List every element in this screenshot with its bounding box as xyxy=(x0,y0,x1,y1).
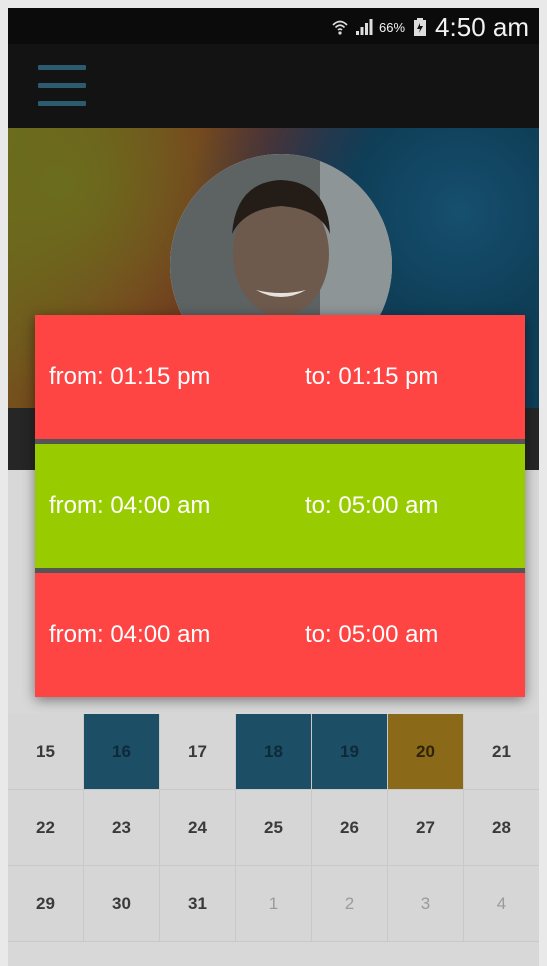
calendar-grid: 15 16 17 18 19 20 21 22 23 24 25 26 27 2… xyxy=(8,714,539,942)
status-icons: 66% 4:50 am xyxy=(331,14,529,40)
calendar-day-busy[interactable]: 18 xyxy=(236,714,312,790)
calendar-day[interactable]: 15 xyxy=(8,714,84,790)
calendar-day[interactable]: 31 xyxy=(160,866,236,942)
calendar-day[interactable]: 17 xyxy=(160,714,236,790)
slot-to: to: 05:00 am xyxy=(305,492,439,519)
calendar-day[interactable]: 24 xyxy=(160,790,236,866)
status-time: 4:50 am xyxy=(435,12,529,42)
signal-icon xyxy=(356,19,373,35)
calendar-day[interactable]: 30 xyxy=(84,866,160,942)
calendar-day[interactable]: 21 xyxy=(464,714,539,790)
calendar-day-next-month[interactable]: 2 xyxy=(312,866,388,942)
slot-to: to: 01:15 pm xyxy=(305,363,439,390)
calendar-day[interactable]: 22 xyxy=(8,790,84,866)
time-slot-item[interactable]: from: 01:15 pm to: 01:15 pm xyxy=(35,315,525,439)
calendar-day[interactable]: 25 xyxy=(236,790,312,866)
app-frame: 66% 4:50 am 15 16 17 18 19 20 21 22 23 2… xyxy=(8,8,539,966)
slot-from: from: 04:00 am xyxy=(49,621,211,648)
battery-percent: 66% xyxy=(379,19,406,35)
slot-to: to: 05:00 am xyxy=(305,621,439,648)
calendar-day[interactable]: 29 xyxy=(8,866,84,942)
menu-icon[interactable] xyxy=(38,65,86,107)
calendar-day-busy[interactable]: 19 xyxy=(312,714,388,790)
calendar-day[interactable]: 23 xyxy=(84,790,160,866)
slot-from: from: 01:15 pm xyxy=(49,363,211,390)
calendar-day[interactable]: 28 xyxy=(464,790,539,866)
calendar-day-next-month[interactable]: 1 xyxy=(236,866,312,942)
wifi-icon xyxy=(332,20,348,35)
calendar-day-next-month[interactable]: 3 xyxy=(388,866,464,942)
slot-from: from: 04:00 am xyxy=(49,492,211,519)
calendar-day-highlight[interactable]: 20 xyxy=(388,714,464,790)
time-slot-item[interactable]: from: 04:00 am to: 05:00 am xyxy=(35,573,525,697)
battery-icon xyxy=(414,18,427,36)
time-slot-dialog: from: 01:15 pm to: 01:15 pm from: 04:00 … xyxy=(35,315,525,697)
calendar-day-busy[interactable]: 16 xyxy=(84,714,160,790)
status-bar: 66% 4:50 am xyxy=(8,8,539,44)
calendar-day[interactable]: 27 xyxy=(388,790,464,866)
toolbar xyxy=(8,44,539,128)
calendar-day[interactable]: 26 xyxy=(312,790,388,866)
calendar-day-next-month[interactable]: 4 xyxy=(464,866,539,942)
time-slot-item[interactable]: from: 04:00 am to: 05:00 am xyxy=(35,444,525,568)
